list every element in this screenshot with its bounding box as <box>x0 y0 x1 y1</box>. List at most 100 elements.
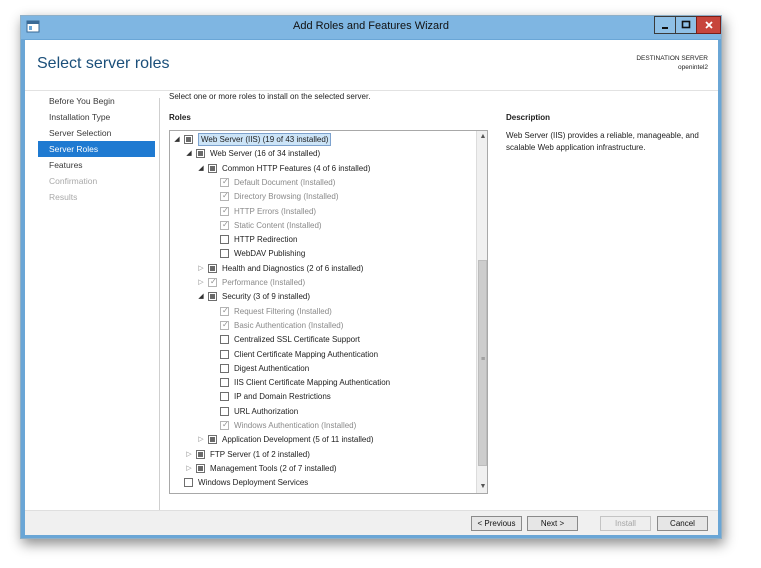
tree-item-label: Client Certificate Mapping Authenticatio… <box>234 349 379 359</box>
scroll-down-icon[interactable]: ▼ <box>477 481 487 493</box>
tree-item-label: Windows Deployment Services <box>198 478 309 488</box>
role-checkbox[interactable] <box>220 349 229 359</box>
role-checkbox: ✓ <box>220 205 229 216</box>
expand-arrow-icon[interactable]: ▷ <box>185 450 193 460</box>
scroll-grip-icon: ≡ <box>480 356 486 363</box>
tree-item[interactable]: ✓ Default Document (Installed) <box>170 176 476 190</box>
role-checkbox[interactable] <box>196 463 205 473</box>
tree-item[interactable]: IIS Client Certificate Mapping Authentic… <box>170 376 476 390</box>
scroll-thumb[interactable]: ≡ <box>478 260 487 466</box>
tree-item[interactable]: ✓ Directory Browsing (Installed) <box>170 190 476 204</box>
role-checkbox[interactable] <box>220 335 229 345</box>
nav-item-features[interactable]: Features <box>38 157 155 173</box>
role-checkbox[interactable] <box>220 235 229 245</box>
role-checkbox[interactable] <box>208 292 217 302</box>
tree-item-label: HTTP Redirection <box>234 235 298 245</box>
tree-item-label: Web Server (IIS) (19 of 43 installed) <box>198 133 332 146</box>
role-checkbox[interactable] <box>220 392 229 402</box>
tree-item-label: IIS Client Certificate Mapping Authentic… <box>234 378 391 388</box>
expand-arrow-icon[interactable]: ▷ <box>197 264 205 274</box>
checkmark-icon: ✓ <box>210 277 217 286</box>
previous-button[interactable]: < Previous <box>471 516 522 531</box>
tree-item[interactable]: ◢ Web Server (IIS) (19 of 43 installed) <box>170 133 476 147</box>
nav-item-before-you-begin[interactable]: Before You Begin <box>38 93 155 109</box>
checkmark-icon: ✓ <box>222 191 229 201</box>
tree-item[interactable]: HTTP Redirection <box>170 233 476 247</box>
minimize-button[interactable] <box>654 16 676 34</box>
destination-server-info: DESTINATION SERVER openintel2 <box>636 54 708 72</box>
next-button[interactable]: Next > <box>527 516 578 531</box>
role-checkbox: ✓ <box>220 220 229 230</box>
description-text: Web Server (IIS) provides a reliable, ma… <box>506 131 699 152</box>
checkmark-icon: ✓ <box>222 305 229 315</box>
role-checkbox: ✓ <box>220 191 229 202</box>
tree-item[interactable]: IP and Domain Restrictions <box>170 390 476 404</box>
tree-item-label: URL Authorization <box>234 406 299 416</box>
install-button: Install <box>600 516 651 531</box>
role-checkbox[interactable] <box>184 135 193 144</box>
maximize-button[interactable] <box>675 16 697 34</box>
tree-item-label: Health and Diagnostics (2 of 6 installed… <box>222 263 364 273</box>
checkmark-icon: ✓ <box>222 319 229 329</box>
tree-item[interactable]: Windows Deployment Services <box>170 476 476 490</box>
scroll-up-icon[interactable]: ▲ <box>477 131 487 143</box>
tree-item[interactable]: ▷ FTP Server (1 of 2 installed) <box>170 448 476 462</box>
window-title: Add Roles and Features Wizard <box>293 20 449 32</box>
role-checkbox: ✓ <box>220 177 229 187</box>
tree-item[interactable]: ▷ Health and Diagnostics (2 of 6 installe… <box>170 262 476 276</box>
role-checkbox: ✓ <box>220 319 229 330</box>
tree-item[interactable]: ◢ Web Server (16 of 34 installed) <box>170 147 476 161</box>
tree-item[interactable]: ✓ Windows Authentication (Installed) <box>170 419 476 433</box>
tree-item[interactable]: ✓ Request Filtering (Installed) <box>170 305 476 319</box>
roles-tree[interactable]: ▲ ≡ ▼ ◢ Web Server (IIS) (19 of 43 instal… <box>169 130 488 494</box>
collapse-arrow-icon[interactable]: ◢ <box>185 149 193 159</box>
tree-item-label: Static Content (Installed) <box>234 220 322 230</box>
tree-item[interactable]: ▷ ✓ Performance (Installed) <box>170 276 476 290</box>
tree-item[interactable]: Centralized SSL Certificate Support <box>170 333 476 347</box>
cancel-button[interactable]: Cancel <box>657 516 708 531</box>
collapse-arrow-icon[interactable]: ◢ <box>197 292 205 302</box>
role-checkbox[interactable] <box>220 406 229 416</box>
role-checkbox[interactable] <box>220 363 229 373</box>
role-checkbox[interactable] <box>220 378 229 388</box>
destination-label: DESTINATION SERVER <box>636 55 708 62</box>
role-checkbox[interactable] <box>196 449 205 459</box>
roles-tree-scrollbar[interactable]: ▲ ≡ ▼ <box>476 131 487 493</box>
wizard-footer: < Previous Next > Install Cancel <box>25 510 718 535</box>
tree-item[interactable]: ◢ Common HTTP Features (4 of 6 installed) <box>170 162 476 176</box>
tree-item-label: Web Server (16 of 34 installed) <box>210 149 321 159</box>
tree-item[interactable]: ✓ Basic Authentication (Installed) <box>170 319 476 333</box>
collapse-arrow-icon[interactable]: ◢ <box>197 164 205 174</box>
nav-item-server-selection[interactable]: Server Selection <box>38 125 155 141</box>
tree-item[interactable]: URL Authorization <box>170 405 476 419</box>
expand-arrow-icon[interactable]: ▷ <box>185 464 193 474</box>
nav-item-installation-type[interactable]: Installation Type <box>38 109 155 125</box>
destination-server-name: openintel2 <box>678 64 708 71</box>
tree-item[interactable]: ✓ HTTP Errors (Installed) <box>170 205 476 219</box>
role-checkbox[interactable] <box>220 249 229 259</box>
tree-item[interactable]: ▷ Management Tools (2 of 7 installed) <box>170 462 476 476</box>
tree-item-label: Application Development (5 of 11 install… <box>222 435 374 445</box>
role-checkbox[interactable] <box>208 263 217 273</box>
wizard-window: Add Roles and Features Wizard Select ser… <box>20 15 722 539</box>
tree-item[interactable]: WebDAV Publishing <box>170 247 476 261</box>
tree-item[interactable]: ✓ Static Content (Installed) <box>170 219 476 233</box>
close-button[interactable] <box>696 16 721 34</box>
checkmark-icon: ✓ <box>222 205 229 215</box>
collapse-arrow-icon[interactable]: ◢ <box>173 135 181 145</box>
tree-item[interactable]: ▷ Application Development (5 of 11 instal… <box>170 433 476 447</box>
nav-item-server-roles[interactable]: Server Roles <box>38 141 155 157</box>
expand-arrow-icon[interactable]: ▷ <box>197 435 205 445</box>
tree-item-label: Common HTTP Features (4 of 6 installed) <box>222 163 371 173</box>
role-checkbox[interactable] <box>208 163 217 173</box>
expand-arrow-icon[interactable]: ▷ <box>197 278 205 288</box>
role-checkbox[interactable] <box>184 478 193 488</box>
role-checkbox[interactable] <box>196 149 205 159</box>
role-checkbox[interactable] <box>208 435 217 445</box>
title-bar[interactable]: Add Roles and Features Wizard <box>21 16 721 39</box>
tree-item[interactable]: Digest Authentication <box>170 362 476 376</box>
tree-item[interactable]: Client Certificate Mapping Authenticatio… <box>170 348 476 362</box>
tree-item-label: Default Document (Installed) <box>234 177 336 187</box>
tree-item[interactable]: ◢ Security (3 of 9 installed) <box>170 290 476 304</box>
nav-item-results: Results <box>49 192 78 202</box>
